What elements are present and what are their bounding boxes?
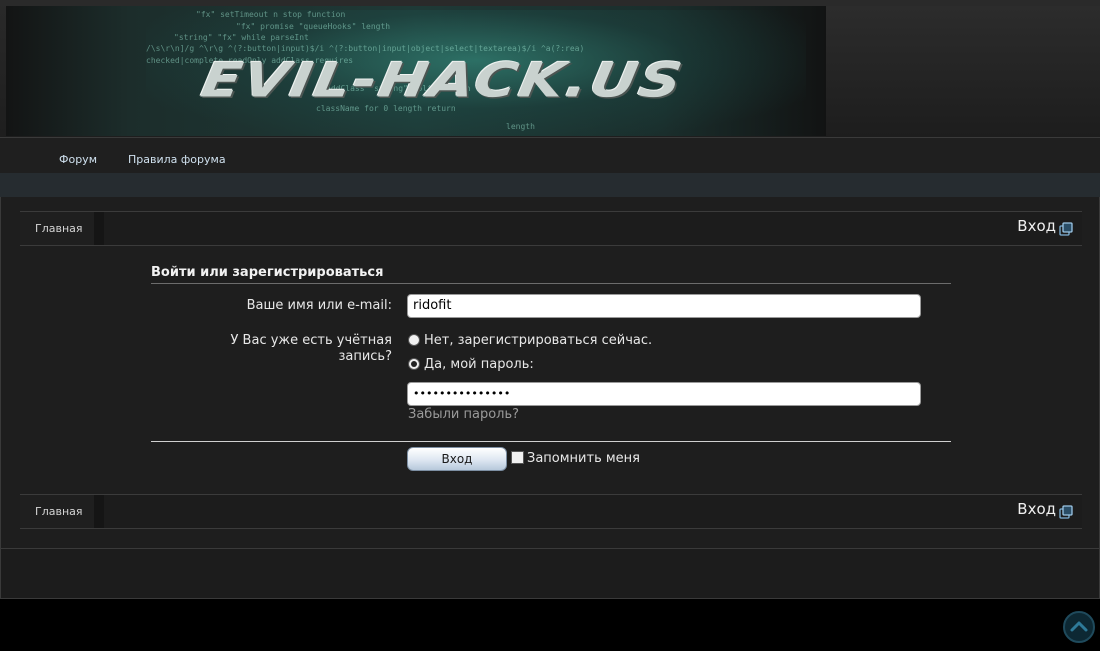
scroll-to-top-button[interactable] [1063,611,1095,643]
breadcrumb-home[interactable]: Главная [20,212,104,245]
site-header: "fx" setTimeout n stop function "fx" pro… [0,0,1100,137]
breadcrumb-separator [94,212,104,245]
nav-item-rules[interactable]: Правила форума [128,153,226,166]
banner-code-line: "fx" setTimeout n stop function [196,10,346,19]
radio-password-label: Да, мой пароль: [424,357,534,372]
header-right-panel [826,6,1100,137]
site-banner[interactable]: "fx" setTimeout n stop function "fx" pro… [6,6,826,136]
main-nav: Форум Правила форума [0,137,1100,173]
breadcrumb: Главная Вход [20,211,1082,246]
breadcrumb-bottom: Главная Вход [20,494,1082,529]
form-title: Войти или зарегистрироваться [151,265,384,280]
site-logo: EVIL-HACK.US [197,52,689,108]
login-button[interactable]: Вход [407,447,507,471]
breadcrumb-home-label: Главная [35,222,83,235]
radio-register-label: Нет, зарегистрироваться сейчас. [424,333,653,348]
banner-code-line: "fx" promise "queueHooks" length [236,22,391,31]
main-content: Главная Вход Войти или зарегистрироватьс… [0,197,1100,549]
remember-me[interactable]: Запомнить меня [511,451,640,466]
page-title: Вход [1017,217,1056,235]
nav-item-forum[interactable]: Форум [59,153,97,166]
password-input[interactable]: ••••••••••••••• [407,382,921,406]
breadcrumb-separator [94,495,104,528]
banner-code-line: "string" "fx" while parseInt [174,33,309,42]
remember-label: Запомнить меня [527,451,641,466]
radio-register-now[interactable]: Нет, зарегистрироваться сейчас. [408,333,652,348]
sub-nav [0,173,1100,197]
external-window-icon[interactable] [1059,222,1073,236]
external-window-icon[interactable] [1059,505,1073,519]
radio-have-password[interactable]: Да, мой пароль: [408,357,534,372]
login-label: Ваше имя или e-mail: [246,298,392,313]
form-title-divider [151,283,951,284]
account-label-line2: запись? [338,349,392,364]
remember-checkbox[interactable] [511,451,524,464]
chevron-up-icon [1070,621,1088,632]
radio-icon[interactable] [408,334,420,346]
submit-divider [151,441,951,442]
breadcrumb-home-label: Главная [35,505,83,518]
footer [0,549,1100,599]
page-title-bottom: Вход [1017,500,1056,518]
radio-checked-icon[interactable] [408,358,420,370]
login-input[interactable]: ridofit [407,294,921,318]
banner-code-line: length [506,122,535,131]
breadcrumb-home-bottom[interactable]: Главная [20,495,104,528]
account-label-line1: У Вас уже есть учётная [230,333,393,348]
forgot-password-link[interactable]: Забыли пароль? [408,407,519,422]
